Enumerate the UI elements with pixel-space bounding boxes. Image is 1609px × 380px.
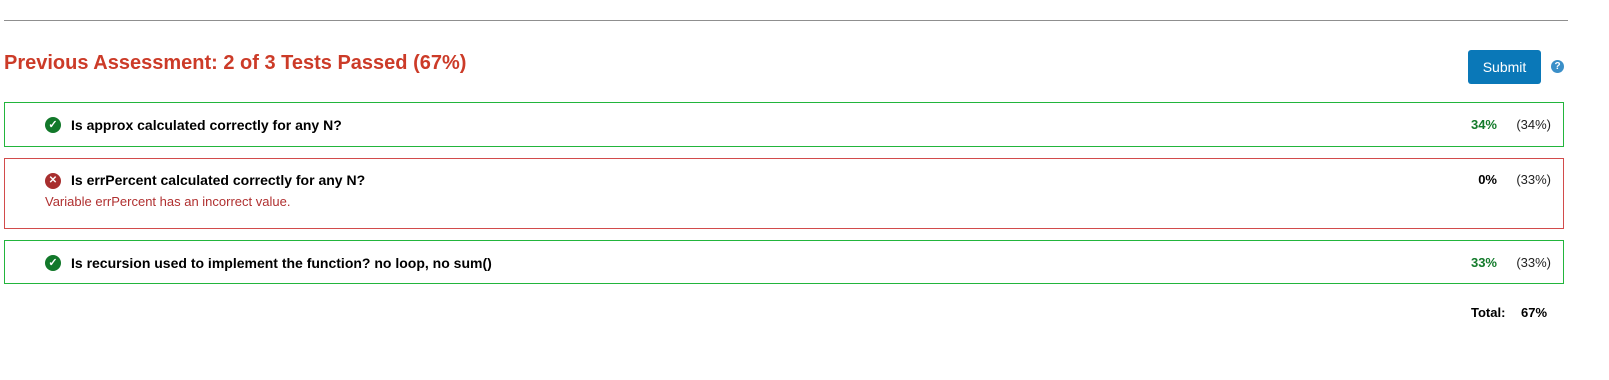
divider <box>4 20 1568 21</box>
check-circle-icon: ✓ <box>45 255 61 271</box>
submit-button[interactable]: Submit <box>1468 50 1541 84</box>
help-icon[interactable]: ? <box>1551 60 1564 73</box>
x-circle-icon: ✕ <box>45 173 61 189</box>
test-title: Is errPercent calculated correctly for a… <box>71 172 366 188</box>
total-label: Total: <box>1471 305 1506 320</box>
test-title: Is approx calculated correctly for any N… <box>71 117 342 133</box>
test-score: 0% <box>1478 172 1497 187</box>
test-error-message: Variable errPercent has an incorrect val… <box>45 194 291 209</box>
test-score: 34% <box>1470 117 1497 132</box>
assessment-panel: Previous Assessment: 2 of 3 Tests Passed… <box>0 0 1609 380</box>
check-circle-icon: ✓ <box>45 117 61 133</box>
test-weight: (34%) <box>1516 117 1551 132</box>
test-result-row: ✓ Is approx calculated correctly for any… <box>4 102 1564 147</box>
total-value: 67% <box>1521 305 1548 320</box>
test-title: Is recursion used to implement the funct… <box>71 255 492 271</box>
test-weight: (33%) <box>1516 255 1551 270</box>
test-result-row: ✓ Is recursion used to implement the fun… <box>4 240 1564 284</box>
test-weight: (33%) <box>1516 172 1551 187</box>
test-score: 33% <box>1470 255 1497 270</box>
test-result-row: ✕ Is errPercent calculated correctly for… <box>4 158 1564 229</box>
assessment-heading: Previous Assessment: 2 of 3 Tests Passed… <box>4 52 467 74</box>
